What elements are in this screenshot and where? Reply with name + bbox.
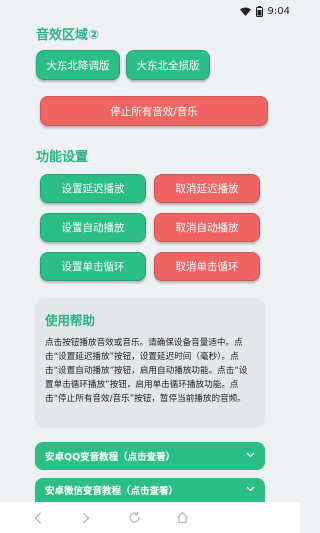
refresh-icon[interactable] xyxy=(110,506,158,530)
set-delay-button[interactable]: 设置延迟播放 xyxy=(40,174,146,203)
help-text: 点击按钮播放音效或音乐。请确保设备音量适中。点击“设置延迟播放”按钮，设置延迟时… xyxy=(45,338,248,404)
help-card: 使用帮助 点击按钮播放音效或音乐。请确保设备音量适中。点击“设置延迟播放”按钮，… xyxy=(35,298,265,428)
cancel-autoplay-button[interactable]: 取消自动播放 xyxy=(154,213,260,242)
app-screen: 9:04 音效区域② 大东北降调版 大东北全损版 停止所有音效/音乐 功能设置 … xyxy=(0,0,300,533)
status-bar: 9:04 xyxy=(0,0,300,22)
set-autoplay-button[interactable]: 设置自动播放 xyxy=(40,213,146,242)
stop-all-button[interactable]: 停止所有音效/音乐 xyxy=(40,96,268,126)
sound-section-title: 音效区域② xyxy=(36,28,100,43)
forward-arrow-icon[interactable] xyxy=(62,506,110,530)
wifi-icon xyxy=(239,7,251,16)
sound-button-1[interactable]: 大东北降调版 xyxy=(36,50,120,80)
tutorial-qq[interactable]: 安卓QQ变音教程（点击查看） xyxy=(35,442,265,470)
home-icon[interactable] xyxy=(158,506,206,530)
tutorial-qq-label: 安卓QQ变音教程（点击查看） xyxy=(45,452,176,463)
chevron-down-icon xyxy=(246,485,255,495)
cancel-loop-button[interactable]: 取消单击循环 xyxy=(154,252,260,281)
cancel-delay-button[interactable]: 取消延迟播放 xyxy=(154,174,260,203)
settings-title: 功能设置 xyxy=(36,150,89,165)
tutorial-wechat-label: 安卓微信变音教程（点击查看） xyxy=(45,486,179,497)
help-title: 使用帮助 xyxy=(45,313,96,328)
chevron-down-icon xyxy=(246,451,255,461)
battery-icon xyxy=(255,5,263,17)
browser-nav-bar xyxy=(0,502,300,533)
sound-button-2[interactable]: 大东北全损版 xyxy=(126,50,210,80)
back-arrow-icon[interactable] xyxy=(14,506,62,530)
set-loop-button[interactable]: 设置单击循环 xyxy=(40,252,146,281)
status-time: 9:04 xyxy=(267,5,290,17)
tutorial-wechat[interactable]: 安卓微信变音教程（点击查看） xyxy=(35,478,265,502)
